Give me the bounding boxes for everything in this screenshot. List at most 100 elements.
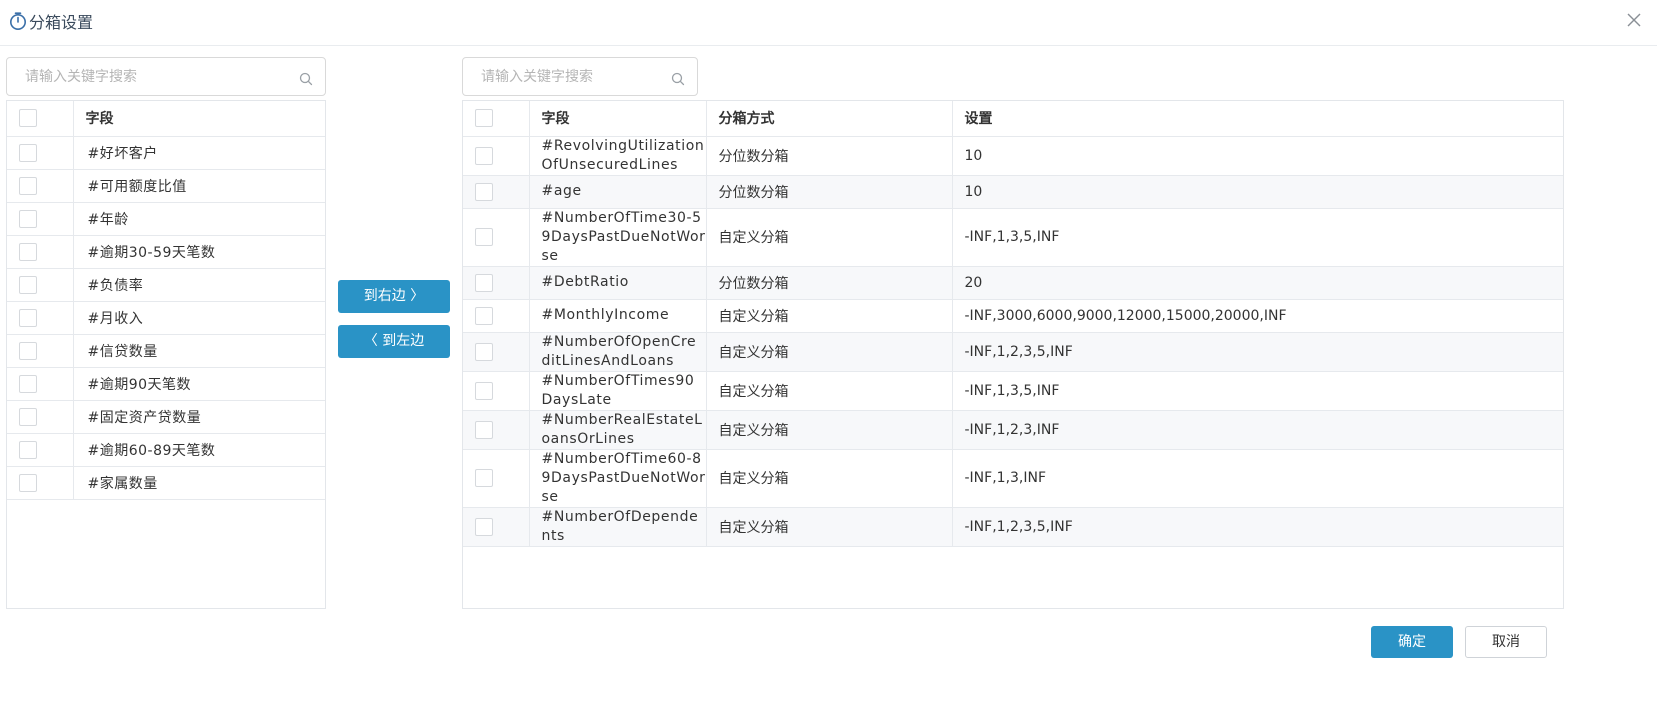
- field-name: #逾期60-89天笔数: [73, 433, 325, 467]
- table-row[interactable]: #负债率: [7, 268, 325, 302]
- binning-setting[interactable]: -INF,1,3,5,INF: [952, 208, 1563, 267]
- search-icon[interactable]: [671, 72, 685, 86]
- row-checkbox[interactable]: [19, 143, 37, 162]
- binning-method[interactable]: 自定义分箱: [706, 410, 953, 450]
- table-row[interactable]: #逾期30-59天笔数: [7, 235, 325, 269]
- row-checkbox[interactable]: [475, 273, 493, 292]
- left-field-panel: 字段 #好坏客户 #可用额度比值 #年龄 #逾期30-59天笔数 #负债率 #月收入 #信贷…: [6, 100, 326, 609]
- right-header-method: 分箱方式: [706, 101, 953, 137]
- right-header-setting: 设置: [952, 101, 1563, 137]
- table-row[interactable]: #NumberOfOpenCreditLinesAndLoans 自定义分箱 -IN…: [463, 332, 1563, 372]
- right-search-input[interactable]: [481, 67, 669, 87]
- field-name: #age: [529, 175, 707, 209]
- search-icon[interactable]: [299, 72, 313, 86]
- table-row[interactable]: #MonthlyIncome 自定义分箱 -INF,3000,6000,9000,1…: [463, 299, 1563, 333]
- field-name: #年龄: [73, 202, 325, 236]
- right-select-all-checkbox[interactable]: [475, 109, 493, 128]
- right-binning-table: 字段 分箱方式 设置 #RevolvingUtilizationOfUnsecu…: [463, 101, 1563, 547]
- field-name: #NumberRealEstateLoansOrLines: [529, 410, 707, 450]
- row-checkbox[interactable]: [19, 374, 37, 393]
- row-checkbox[interactable]: [19, 473, 37, 492]
- row-checkbox[interactable]: [475, 342, 493, 361]
- field-name: #信贷数量: [73, 334, 325, 368]
- confirm-button[interactable]: 确定: [1371, 626, 1453, 658]
- table-row[interactable]: #age 分位数分箱 10: [463, 175, 1563, 209]
- table-row[interactable]: #逾期90天笔数: [7, 367, 325, 401]
- binning-setting[interactable]: -INF,1,2,3,5,INF: [952, 332, 1563, 372]
- binning-method[interactable]: 自定义分箱: [706, 299, 953, 333]
- table-row[interactable]: #DebtRatio 分位数分箱 20: [463, 266, 1563, 300]
- binning-setting[interactable]: 10: [952, 175, 1563, 209]
- right-table-header: 字段 分箱方式 设置: [463, 101, 1563, 137]
- field-name: #RevolvingUtilizationOfUnsecuredLines: [529, 136, 707, 176]
- binning-method[interactable]: 自定义分箱: [706, 371, 953, 411]
- left-search-input[interactable]: [25, 67, 280, 87]
- row-checkbox[interactable]: [19, 440, 37, 459]
- cancel-button[interactable]: 取消: [1465, 626, 1547, 658]
- binning-method[interactable]: 分位数分箱: [706, 175, 953, 209]
- field-name: #NumberOfTime60-89DaysPastDueNotWorse: [529, 449, 707, 508]
- row-checkbox[interactable]: [475, 228, 493, 246]
- move-right-button[interactable]: 到右边 〉: [338, 280, 450, 313]
- move-left-button[interactable]: 〈 到左边: [338, 325, 450, 358]
- field-name: #负债率: [73, 268, 325, 302]
- table-row[interactable]: #家属数量: [7, 466, 325, 500]
- table-row[interactable]: #NumberOfTime60-89DaysPastDueNotWorse 自定义…: [463, 449, 1563, 508]
- binning-method[interactable]: 自定义分箱: [706, 332, 953, 372]
- dialog-title-wrap: 分箱设置: [8, 9, 93, 33]
- table-row[interactable]: #RevolvingUtilizationOfUnsecuredLines 分位数…: [463, 136, 1563, 176]
- row-checkbox[interactable]: [19, 341, 37, 360]
- field-name: #家属数量: [73, 466, 325, 500]
- table-row[interactable]: #年龄: [7, 202, 325, 236]
- table-row[interactable]: #信贷数量: [7, 334, 325, 368]
- table-row[interactable]: #逾期60-89天笔数: [7, 433, 325, 467]
- field-name: #逾期90天笔数: [73, 367, 325, 401]
- table-row[interactable]: #月收入: [7, 301, 325, 335]
- binning-setting[interactable]: -INF,1,3,5,INF: [952, 371, 1563, 411]
- left-field-table: 字段 #好坏客户 #可用额度比值 #年龄 #逾期30-59天笔数 #负债率 #月收入 #信贷…: [7, 101, 325, 500]
- field-name: #NumberOfTimes90DaysLate: [529, 371, 707, 411]
- left-select-all-checkbox[interactable]: [19, 109, 37, 128]
- table-row[interactable]: #NumberOfTime30-59DaysPastDueNotWorse 自定义…: [463, 208, 1563, 267]
- row-checkbox[interactable]: [19, 242, 37, 261]
- field-name: #MonthlyIncome: [529, 299, 707, 333]
- row-checkbox[interactable]: [475, 517, 493, 536]
- binning-setting[interactable]: -INF,1,2,3,INF: [952, 410, 1563, 450]
- right-header-field: 字段: [529, 101, 707, 137]
- table-row[interactable]: #固定资产贷数量: [7, 400, 325, 434]
- row-checkbox[interactable]: [19, 209, 37, 228]
- binning-method[interactable]: 分位数分箱: [706, 136, 953, 176]
- field-name: #DebtRatio: [529, 266, 707, 300]
- left-table-header: 字段: [7, 101, 325, 137]
- row-checkbox[interactable]: [19, 308, 37, 327]
- row-checkbox[interactable]: [19, 176, 37, 195]
- field-name: #NumberOfOpenCreditLinesAndLoans: [529, 332, 707, 372]
- binning-setting[interactable]: -INF,3000,6000,9000,12000,15000,20000,IN…: [952, 299, 1563, 333]
- table-row[interactable]: #NumberRealEstateLoansOrLines 自定义分箱 -INF,1…: [463, 410, 1563, 450]
- binning-setting[interactable]: -INF,1,2,3,5,INF: [952, 507, 1563, 547]
- binning-method[interactable]: 自定义分箱: [706, 208, 953, 267]
- table-row[interactable]: #好坏客户: [7, 136, 325, 170]
- field-name: #可用额度比值: [73, 169, 325, 203]
- left-search-box: [6, 57, 326, 96]
- binning-setting[interactable]: -INF,1,3,INF: [952, 449, 1563, 508]
- right-binning-panel: 字段 分箱方式 设置 #RevolvingUtilizationOfUnsecu…: [462, 100, 1564, 609]
- table-row[interactable]: #NumberOfDependents 自定义分箱 -INF,1,2,3,5,INF: [463, 507, 1563, 547]
- binning-setting[interactable]: 20: [952, 266, 1563, 300]
- row-checkbox[interactable]: [475, 469, 493, 487]
- row-checkbox[interactable]: [475, 146, 493, 165]
- row-checkbox[interactable]: [475, 182, 493, 201]
- row-checkbox[interactable]: [19, 275, 37, 294]
- binning-method[interactable]: 自定义分箱: [706, 507, 953, 547]
- field-name: #逾期30-59天笔数: [73, 235, 325, 269]
- table-row[interactable]: #可用额度比值: [7, 169, 325, 203]
- table-row[interactable]: #NumberOfTimes90DaysLate 自定义分箱 -INF,1,3,5,…: [463, 371, 1563, 411]
- row-checkbox[interactable]: [19, 407, 37, 426]
- binning-setting[interactable]: 10: [952, 136, 1563, 176]
- row-checkbox[interactable]: [475, 420, 493, 439]
- binning-method[interactable]: 自定义分箱: [706, 449, 953, 508]
- row-checkbox[interactable]: [475, 306, 493, 325]
- binning-method[interactable]: 分位数分箱: [706, 266, 953, 300]
- row-checkbox[interactable]: [475, 381, 493, 400]
- close-icon[interactable]: [1624, 10, 1644, 30]
